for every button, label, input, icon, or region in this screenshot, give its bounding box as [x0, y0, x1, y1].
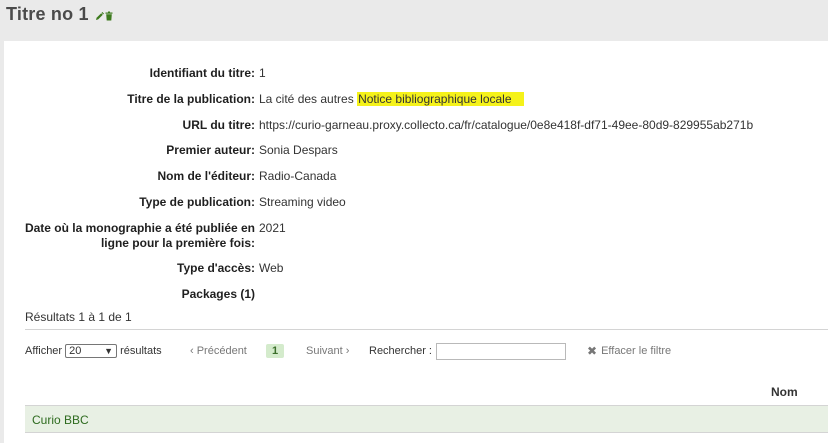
page-size-value: 20 — [69, 345, 82, 357]
current-page: 1 — [266, 344, 285, 358]
local-record-badge: Notice bibliographique locale — [357, 92, 524, 106]
detail-label: URL du titre: — [182, 118, 255, 132]
pencil-icon[interactable] — [95, 11, 104, 21]
table-row: Curio BBC — [25, 405, 828, 433]
title-details-panel: Identifiant du titre: 1 Titre de la publ… — [4, 41, 828, 443]
page-size-control: Afficher 20 ▼ résultats — [25, 342, 162, 360]
clear-filter-button[interactable]: ✖ Effacer le filtre — [587, 342, 671, 360]
show-suffix: résultats — [120, 345, 162, 357]
detail-label: Identifiant du titre: — [149, 66, 255, 80]
detail-label: Nom de l'éditeur: — [157, 169, 255, 183]
search-input[interactable] — [435, 342, 566, 360]
column-header-nom[interactable]: Nom — [771, 385, 798, 399]
detail-label: Titre de la publication: — [127, 92, 255, 106]
search-control: Rechercher : — [369, 342, 566, 360]
detail-value: Streaming video — [259, 195, 346, 209]
close-icon: ✖ — [587, 344, 598, 358]
title-actions — [95, 11, 113, 21]
clear-filter-label: Effacer le filtre — [601, 345, 672, 357]
page-title: Titre no 1 — [6, 3, 89, 24]
packages-heading: Packages (1) — [181, 287, 255, 301]
divider — [25, 329, 828, 330]
trash-icon[interactable] — [105, 11, 113, 21]
results-count: Résultats 1 à 1 de 1 — [25, 310, 132, 324]
table-controls: Afficher 20 ▼ résultats ‹ Précédent 1 Su… — [25, 342, 828, 362]
title-url[interactable]: https://curio-garneau.proxy.collecto.ca/… — [259, 118, 753, 132]
detail-value: Sonia Despars — [259, 143, 338, 157]
detail-label: Type de publication: — [139, 195, 255, 209]
chevron-down-icon: ▼ — [104, 346, 114, 356]
detail-label: Date où la monographie a été publiée en … — [24, 221, 255, 250]
detail-value: Web — [259, 261, 284, 275]
detail-label: Type d'accès: — [177, 261, 255, 275]
detail-value: 1 — [259, 66, 266, 80]
detail-label: Premier auteur: — [166, 143, 255, 157]
package-link[interactable]: Curio BBC — [32, 413, 89, 427]
page-1-button[interactable]: 1 — [266, 342, 285, 360]
prev-page-button[interactable]: ‹ Précédent — [190, 342, 247, 360]
next-page-button[interactable]: Suivant › — [306, 342, 349, 360]
page-size-select[interactable]: 20 ▼ — [65, 344, 118, 358]
page-header: Titre no 1 — [6, 3, 113, 25]
show-prefix: Afficher — [25, 345, 63, 357]
detail-value: 2021 — [259, 221, 286, 235]
detail-value: Radio-Canada — [259, 169, 337, 183]
detail-value: La cité des autres — [259, 92, 354, 106]
search-label: Rechercher : — [369, 345, 432, 357]
detail-value-wrap: La cité des autres Notice bibliographiqu… — [259, 92, 524, 106]
